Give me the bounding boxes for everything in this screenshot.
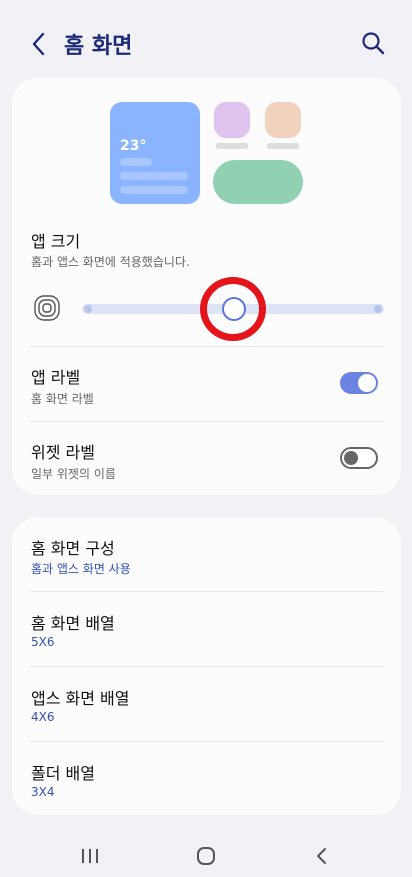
widget-label-subtitle: 일부 위젯의 이름	[31, 467, 116, 481]
widget-temperature: 23°	[120, 138, 147, 154]
widget-label-toggle[interactable]	[340, 447, 378, 469]
app-size-icon	[34, 295, 60, 321]
app-size-subtitle: 홈과 앱스 화면에 적용했습니다.	[31, 255, 190, 269]
search-button[interactable]	[360, 30, 386, 56]
settings-row-apps-grid[interactable]: 앱스 화면 배열 4X6	[12, 667, 401, 741]
app-label-toggle[interactable]	[340, 372, 378, 394]
slider-step-dot	[84, 305, 92, 313]
setting-value: 5X6	[31, 635, 55, 649]
home-settings-card: 홈 화면 구성 홈과 앱스 화면 사용 홈 화면 배열 5X6 앱스 화면 배열…	[12, 517, 401, 815]
slider-thumb[interactable]	[222, 297, 246, 321]
settings-row-home-layout[interactable]: 홈 화면 구성 홈과 앱스 화면 사용	[12, 517, 401, 591]
setting-value: 3X4	[31, 785, 55, 799]
widget-line	[120, 158, 152, 166]
slider-step-dot	[374, 305, 382, 313]
app-header: 홈 화면	[0, 0, 412, 80]
app-label-subtitle: 홈 화면 라벨	[31, 392, 94, 406]
setting-title: 홈 화면 배열	[31, 614, 115, 633]
widget-line	[120, 186, 188, 194]
setting-title: 홈 화면 구성	[31, 539, 115, 558]
app-icon-preview	[214, 102, 250, 138]
home-icon	[197, 847, 215, 865]
home-button[interactable]	[192, 842, 220, 870]
setting-value: 4X6	[31, 710, 55, 724]
app-label-preview	[216, 143, 248, 149]
back-nav-button[interactable]	[308, 842, 336, 870]
settings-row-folder-grid[interactable]: 폴더 배열 3X4	[12, 742, 401, 815]
divider	[31, 421, 383, 422]
toggle-knob	[358, 374, 376, 392]
weather-widget-preview: 23°	[110, 102, 200, 204]
widget-line	[120, 172, 188, 180]
page-title: 홈 화면	[64, 34, 133, 59]
app-icon-preview	[265, 102, 301, 138]
recents-button[interactable]	[76, 842, 104, 870]
app-label-title: 앱 라벨	[31, 368, 81, 387]
navigation-bar	[0, 830, 412, 877]
widget-label-row[interactable]: 위젯 라벨 일부 위젯의 이름	[12, 423, 401, 497]
app-label-row[interactable]: 앱 라벨 홈 화면 라벨	[12, 348, 401, 422]
home-layout-card: 23° 앱 크기 홈과 앱스 화면에 적용했습니다. 앱 라벨 홈 화면 라벨	[12, 78, 401, 495]
search-icon	[362, 32, 385, 55]
setting-title: 폴더 배열	[31, 764, 95, 783]
settings-row-home-grid[interactable]: 홈 화면 배열 5X6	[12, 592, 401, 666]
chevron-left-icon	[32, 32, 45, 56]
divider	[31, 346, 383, 347]
recents-icon	[82, 849, 98, 863]
back-button[interactable]	[26, 30, 52, 58]
widget-label-title: 위젯 라벨	[31, 443, 95, 462]
widget-preview	[213, 160, 303, 204]
chevron-left-icon	[317, 848, 326, 864]
toggle-knob	[344, 451, 358, 465]
setting-value: 홈과 앱스 화면 사용	[31, 562, 131, 576]
app-label-preview	[267, 143, 299, 149]
app-size-title: 앱 크기	[31, 232, 81, 251]
setting-title: 앱스 화면 배열	[31, 689, 130, 708]
